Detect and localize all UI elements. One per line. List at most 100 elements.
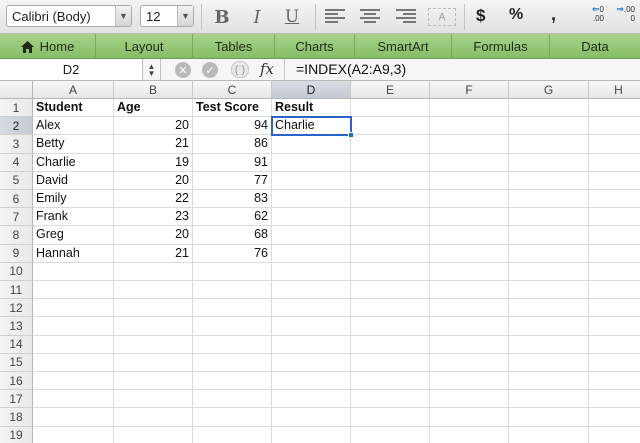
cell-f3[interactable] <box>430 135 509 154</box>
cell-h1[interactable] <box>589 99 640 118</box>
formula-input[interactable]: =INDEX(A2:A9,3) <box>296 61 406 77</box>
cell-c9[interactable]: 76 <box>193 244 272 263</box>
cell-h13[interactable] <box>589 317 640 336</box>
align-center-button[interactable] <box>360 9 380 25</box>
cell-c11[interactable] <box>193 281 272 300</box>
cell-a1[interactable]: Student <box>33 99 114 118</box>
cell-f12[interactable] <box>430 299 509 318</box>
cell-f2[interactable] <box>430 117 509 136</box>
cell-e6[interactable] <box>351 190 430 209</box>
cell-c13[interactable] <box>193 317 272 336</box>
cell-h6[interactable] <box>589 190 640 209</box>
cell-b12[interactable] <box>114 299 193 318</box>
cell-d10[interactable] <box>272 262 351 281</box>
cell-f4[interactable] <box>430 153 509 172</box>
cell-d6[interactable] <box>272 190 351 209</box>
cell-a5[interactable]: David <box>33 171 114 190</box>
cell-f7[interactable] <box>430 208 509 227</box>
cell-c15[interactable] <box>193 353 272 372</box>
name-box-stepper[interactable]: ▲ ▼ <box>143 59 161 80</box>
cell-b2[interactable]: 20 <box>114 117 193 136</box>
row-header-6[interactable]: 6 <box>0 190 33 209</box>
row-header-5[interactable]: 5 <box>0 171 33 190</box>
currency-format-button[interactable]: $ <box>476 6 485 26</box>
column-header-d[interactable]: D <box>272 81 351 99</box>
cell-h11[interactable] <box>589 281 640 300</box>
cell-b15[interactable] <box>114 353 193 372</box>
cell-g5[interactable] <box>509 171 589 190</box>
column-header-g[interactable]: G <box>509 81 589 99</box>
cell-g18[interactable] <box>509 408 589 427</box>
cell-b9[interactable]: 21 <box>114 244 193 263</box>
name-box[interactable]: D2 <box>0 59 143 80</box>
cell-d13[interactable] <box>272 317 351 336</box>
row-header-7[interactable]: 7 <box>0 208 33 227</box>
cell-h18[interactable] <box>589 408 640 427</box>
row-header-14[interactable]: 14 <box>0 335 33 354</box>
cell-e13[interactable] <box>351 317 430 336</box>
row-header-3[interactable]: 3 <box>0 135 33 154</box>
cell-d18[interactable] <box>272 408 351 427</box>
font-size-select[interactable]: 12 ▼ <box>140 5 194 27</box>
row-header-17[interactable]: 17 <box>0 390 33 409</box>
cell-b1[interactable]: Age <box>114 99 193 118</box>
cell-f18[interactable] <box>430 408 509 427</box>
cell-a6[interactable]: Emily <box>33 190 114 209</box>
cell-b16[interactable] <box>114 372 193 391</box>
increase-decimal-button[interactable]: ⇐0 .00 <box>580 5 604 31</box>
cell-h2[interactable] <box>589 117 640 136</box>
cell-b11[interactable] <box>114 281 193 300</box>
cell-b17[interactable] <box>114 390 193 409</box>
cell-a7[interactable]: Frank <box>33 208 114 227</box>
tab-formulas[interactable]: Formulas <box>452 34 550 59</box>
cell-c4[interactable]: 91 <box>193 153 272 172</box>
cell-c10[interactable] <box>193 262 272 281</box>
cell-e3[interactable] <box>351 135 430 154</box>
cell-c18[interactable] <box>193 408 272 427</box>
row-header-11[interactable]: 11 <box>0 281 33 300</box>
row-header-13[interactable]: 13 <box>0 317 33 336</box>
cell-a17[interactable] <box>33 390 114 409</box>
cell-b8[interactable]: 20 <box>114 226 193 245</box>
cell-g7[interactable] <box>509 208 589 227</box>
cell-a10[interactable] <box>33 262 114 281</box>
cell-a2[interactable]: Alex <box>33 117 114 136</box>
chevron-down-icon[interactable]: ▼ <box>177 6 193 26</box>
cell-g3[interactable] <box>509 135 589 154</box>
cell-b14[interactable] <box>114 335 193 354</box>
underline-button[interactable]: U <box>282 6 302 28</box>
cell-e7[interactable] <box>351 208 430 227</box>
row-header-1[interactable]: 1 <box>0 99 33 118</box>
cell-a14[interactable] <box>33 335 114 354</box>
align-right-button[interactable] <box>396 9 416 25</box>
cell-d7[interactable] <box>272 208 351 227</box>
cell-e10[interactable] <box>351 262 430 281</box>
wrap-text-button[interactable]: A <box>428 8 456 26</box>
cell-e12[interactable] <box>351 299 430 318</box>
cell-h15[interactable] <box>589 354 640 372</box>
column-header-a[interactable]: A <box>33 81 114 99</box>
cell-g15[interactable] <box>509 353 589 372</box>
cell-c19[interactable] <box>193 426 272 443</box>
cell-c7[interactable]: 62 <box>193 208 272 227</box>
cell-g8[interactable] <box>509 226 589 245</box>
cell-d14[interactable] <box>272 335 351 354</box>
column-header-e[interactable]: E <box>351 81 430 99</box>
function-arguments-button[interactable]: ( ) <box>231 61 249 78</box>
cell-h12[interactable] <box>589 299 640 318</box>
cell-g19[interactable] <box>509 426 589 443</box>
cell-e19[interactable] <box>351 426 430 443</box>
tab-charts[interactable]: Charts <box>275 34 355 59</box>
cell-f6[interactable] <box>430 190 509 209</box>
cell-a19[interactable] <box>33 426 114 443</box>
cell-c14[interactable] <box>193 335 272 354</box>
cell-d9[interactable] <box>272 244 351 263</box>
cell-h9[interactable] <box>589 245 640 263</box>
cell-e2[interactable] <box>351 117 430 136</box>
cell-e8[interactable] <box>351 226 430 245</box>
cell-f9[interactable] <box>430 244 509 263</box>
tab-layout[interactable]: Layout <box>96 34 193 59</box>
column-header-c[interactable]: C <box>193 81 272 99</box>
cell-f8[interactable] <box>430 226 509 245</box>
row-header-18[interactable]: 18 <box>0 408 33 427</box>
